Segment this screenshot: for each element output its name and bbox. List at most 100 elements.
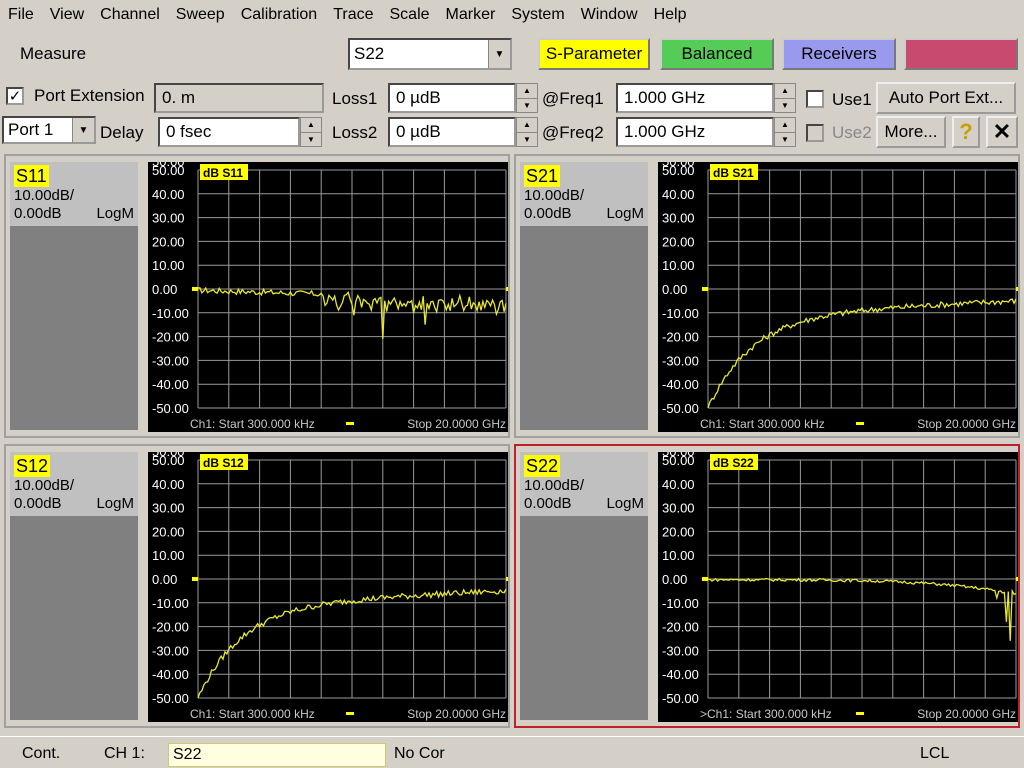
sweep-mode-status: Cont. <box>22 745 61 762</box>
menu-system[interactable]: System <box>503 0 572 30</box>
reference-marker-left <box>192 287 198 291</box>
close-button[interactable]: ✕ <box>986 116 1018 148</box>
reference-level: 0.00dB <box>14 495 62 512</box>
y-tick-label: 0.00 <box>152 572 177 587</box>
trace-plot[interactable]: 50.00 40.00 30.00 20.00 10.00 0.00 -10.00 -20.0… <box>148 452 508 722</box>
menu-trace[interactable]: Trace <box>325 0 381 30</box>
spin-down-icon[interactable]: ▼ <box>517 99 537 113</box>
spin-down-icon[interactable]: ▼ <box>517 133 537 147</box>
freq2-spinner[interactable]: ▲ ▼ <box>774 117 796 147</box>
extra-mode-button[interactable] <box>904 38 1018 70</box>
loss1-spinner[interactable]: ▲ ▼ <box>516 83 538 113</box>
trace-tag[interactable]: S12 <box>14 455 51 477</box>
y-tick-label: -20.00 <box>152 330 189 345</box>
menu-window[interactable]: Window <box>573 0 646 30</box>
use2-checkbox <box>806 124 824 142</box>
trace-plot[interactable]: 50.00 40.00 30.00 20.00 10.00 0.00 -10.00 -20.0… <box>658 162 1018 432</box>
reference-marker-right <box>506 577 508 581</box>
s-parameter-button[interactable]: S-Parameter <box>538 38 650 70</box>
active-trace-status: S22 <box>168 743 386 767</box>
chart-pane-s11[interactable]: S11 10.00dB/0.00dB LogM 50.00 40.00 30.00 20.0… <box>4 154 510 438</box>
delay-label: Delay <box>100 123 144 142</box>
reference-marker-left <box>192 577 198 581</box>
spin-up-icon[interactable]: ▲ <box>775 118 795 133</box>
spin-up-icon[interactable]: ▲ <box>301 118 321 133</box>
y-tick-label: 10.00 <box>152 548 185 563</box>
freq2-input[interactable]: 1.000 GHz <box>616 117 774 147</box>
trace-tag[interactable]: S22 <box>524 455 561 477</box>
sweep-stop-label: Stop 20.0000 GHz <box>407 707 506 721</box>
y-tick-label: -10.00 <box>662 596 699 611</box>
loss1-input[interactable]: 0 µdB <box>388 83 516 113</box>
chart-pane-s22[interactable]: S22 10.00dB/0.00dB LogM 50.00 40.00 30.00 20.0… <box>514 444 1020 728</box>
delay-spinner[interactable]: ▲ ▼ <box>300 117 322 147</box>
trace-tag[interactable]: S11 <box>14 165 49 187</box>
y-tick-label: 30.00 <box>152 501 185 516</box>
y-tick-label: -40.00 <box>152 377 189 392</box>
trace-plot[interactable]: 50.00 40.00 30.00 20.00 10.00 0.00 -10.00 -20.0… <box>148 162 508 432</box>
chevron-down-icon[interactable]: ▼ <box>72 118 94 142</box>
sweep-marker <box>346 422 354 425</box>
spin-up-icon[interactable]: ▲ <box>517 118 537 133</box>
y-tick-label: 20.00 <box>152 524 185 539</box>
measure-select[interactable]: S22 ▼ <box>348 38 512 70</box>
auto-port-ext-button[interactable]: Auto Port Ext... <box>876 82 1016 114</box>
spin-down-icon[interactable]: ▼ <box>775 133 795 147</box>
y-tick-label: -30.00 <box>662 643 699 658</box>
status-bar: Cont. CH 1: S22 No Cor LCL <box>0 736 1024 768</box>
spin-down-icon[interactable]: ▼ <box>775 99 795 113</box>
y-tick-label: -10.00 <box>152 596 189 611</box>
receivers-button[interactable]: Receivers <box>782 38 896 70</box>
menu-view[interactable]: View <box>42 0 92 30</box>
help-button[interactable]: ? <box>952 116 980 148</box>
trace-svg: 50.00 40.00 30.00 20.00 10.00 0.00 -10.00 -20.0… <box>152 452 508 721</box>
trace-info-panel: S22 10.00dB/0.00dB LogM <box>520 452 648 720</box>
trace-info-panel: S11 10.00dB/0.00dB LogM <box>10 162 138 430</box>
measure-label: Measure <box>20 44 87 63</box>
menu-marker[interactable]: Marker <box>438 0 504 30</box>
spin-up-icon[interactable]: ▲ <box>775 84 795 99</box>
spin-up-icon[interactable]: ▲ <box>517 84 537 99</box>
menu-calibration[interactable]: Calibration <box>233 0 325 30</box>
trace-info-panel: S21 10.00dB/0.00dB LogM <box>520 162 648 430</box>
port-select[interactable]: Port 1 ▼ <box>2 116 96 144</box>
freq1-input[interactable]: 1.000 GHz <box>616 83 774 113</box>
balanced-button[interactable]: Balanced <box>660 38 774 70</box>
y-tick-label: 40.00 <box>152 187 185 202</box>
chart-pane-s21[interactable]: S21 10.00dB/0.00dB LogM 50.00 40.00 30.00 20.0… <box>514 154 1020 438</box>
reference-marker-right <box>506 287 508 291</box>
delay-input[interactable]: 0 fsec <box>158 117 300 147</box>
port-extension-row-1: ✓ Port Extension 0. m Loss1 0 µdB ▲ ▼ @Fr… <box>0 82 1024 114</box>
y-tick-label: 40.00 <box>662 477 695 492</box>
y-tick-label: -50.00 <box>152 401 189 416</box>
loss2-spinner[interactable]: ▲ ▼ <box>516 117 538 147</box>
menu-scale[interactable]: Scale <box>382 0 438 30</box>
use1-checkbox[interactable] <box>806 90 824 108</box>
trace-info-header: S11 10.00dB/0.00dB LogM <box>10 162 138 226</box>
menu-file[interactable]: File <box>0 0 42 30</box>
menu-sweep[interactable]: Sweep <box>168 0 233 30</box>
more-button[interactable]: More... <box>876 116 946 148</box>
chevron-down-icon[interactable]: ▼ <box>488 40 510 68</box>
menu-help[interactable]: Help <box>646 0 695 30</box>
trace-format: LogM <box>96 205 134 222</box>
y-tick-label: 40.00 <box>152 477 185 492</box>
y-tick-label: 30.00 <box>152 211 185 226</box>
chart-pane-s12[interactable]: S12 10.00dB/0.00dB LogM 50.00 40.00 30.00 20.0… <box>4 444 510 728</box>
menu-channel[interactable]: Channel <box>92 0 168 30</box>
trace-plot[interactable]: 50.00 40.00 30.00 20.00 10.00 0.00 -10.00 -20.0… <box>658 452 1018 722</box>
trace-svg: 50.00 40.00 30.00 20.00 10.00 0.00 -10.00 -20.0… <box>662 452 1018 721</box>
sweep-start-label: >Ch1: Start 300.000 kHz <box>700 707 832 721</box>
port-extension-checkbox[interactable]: ✓ <box>6 87 24 105</box>
correction-status: No Cor <box>394 745 445 762</box>
spin-down-icon[interactable]: ▼ <box>301 133 321 147</box>
sweep-start-label: Ch1: Start 300.000 kHz <box>700 417 825 431</box>
y-tick-label: 30.00 <box>662 211 695 226</box>
y-tick-label: 10.00 <box>662 548 695 563</box>
distance-field: 0. m <box>154 83 324 113</box>
freq1-spinner[interactable]: ▲ ▼ <box>774 83 796 113</box>
loss2-input[interactable]: 0 µdB <box>388 117 516 147</box>
y-top-label: 50.00 <box>152 162 185 169</box>
channel-status: CH 1: <box>104 745 145 762</box>
trace-tag[interactable]: S21 <box>524 165 561 187</box>
